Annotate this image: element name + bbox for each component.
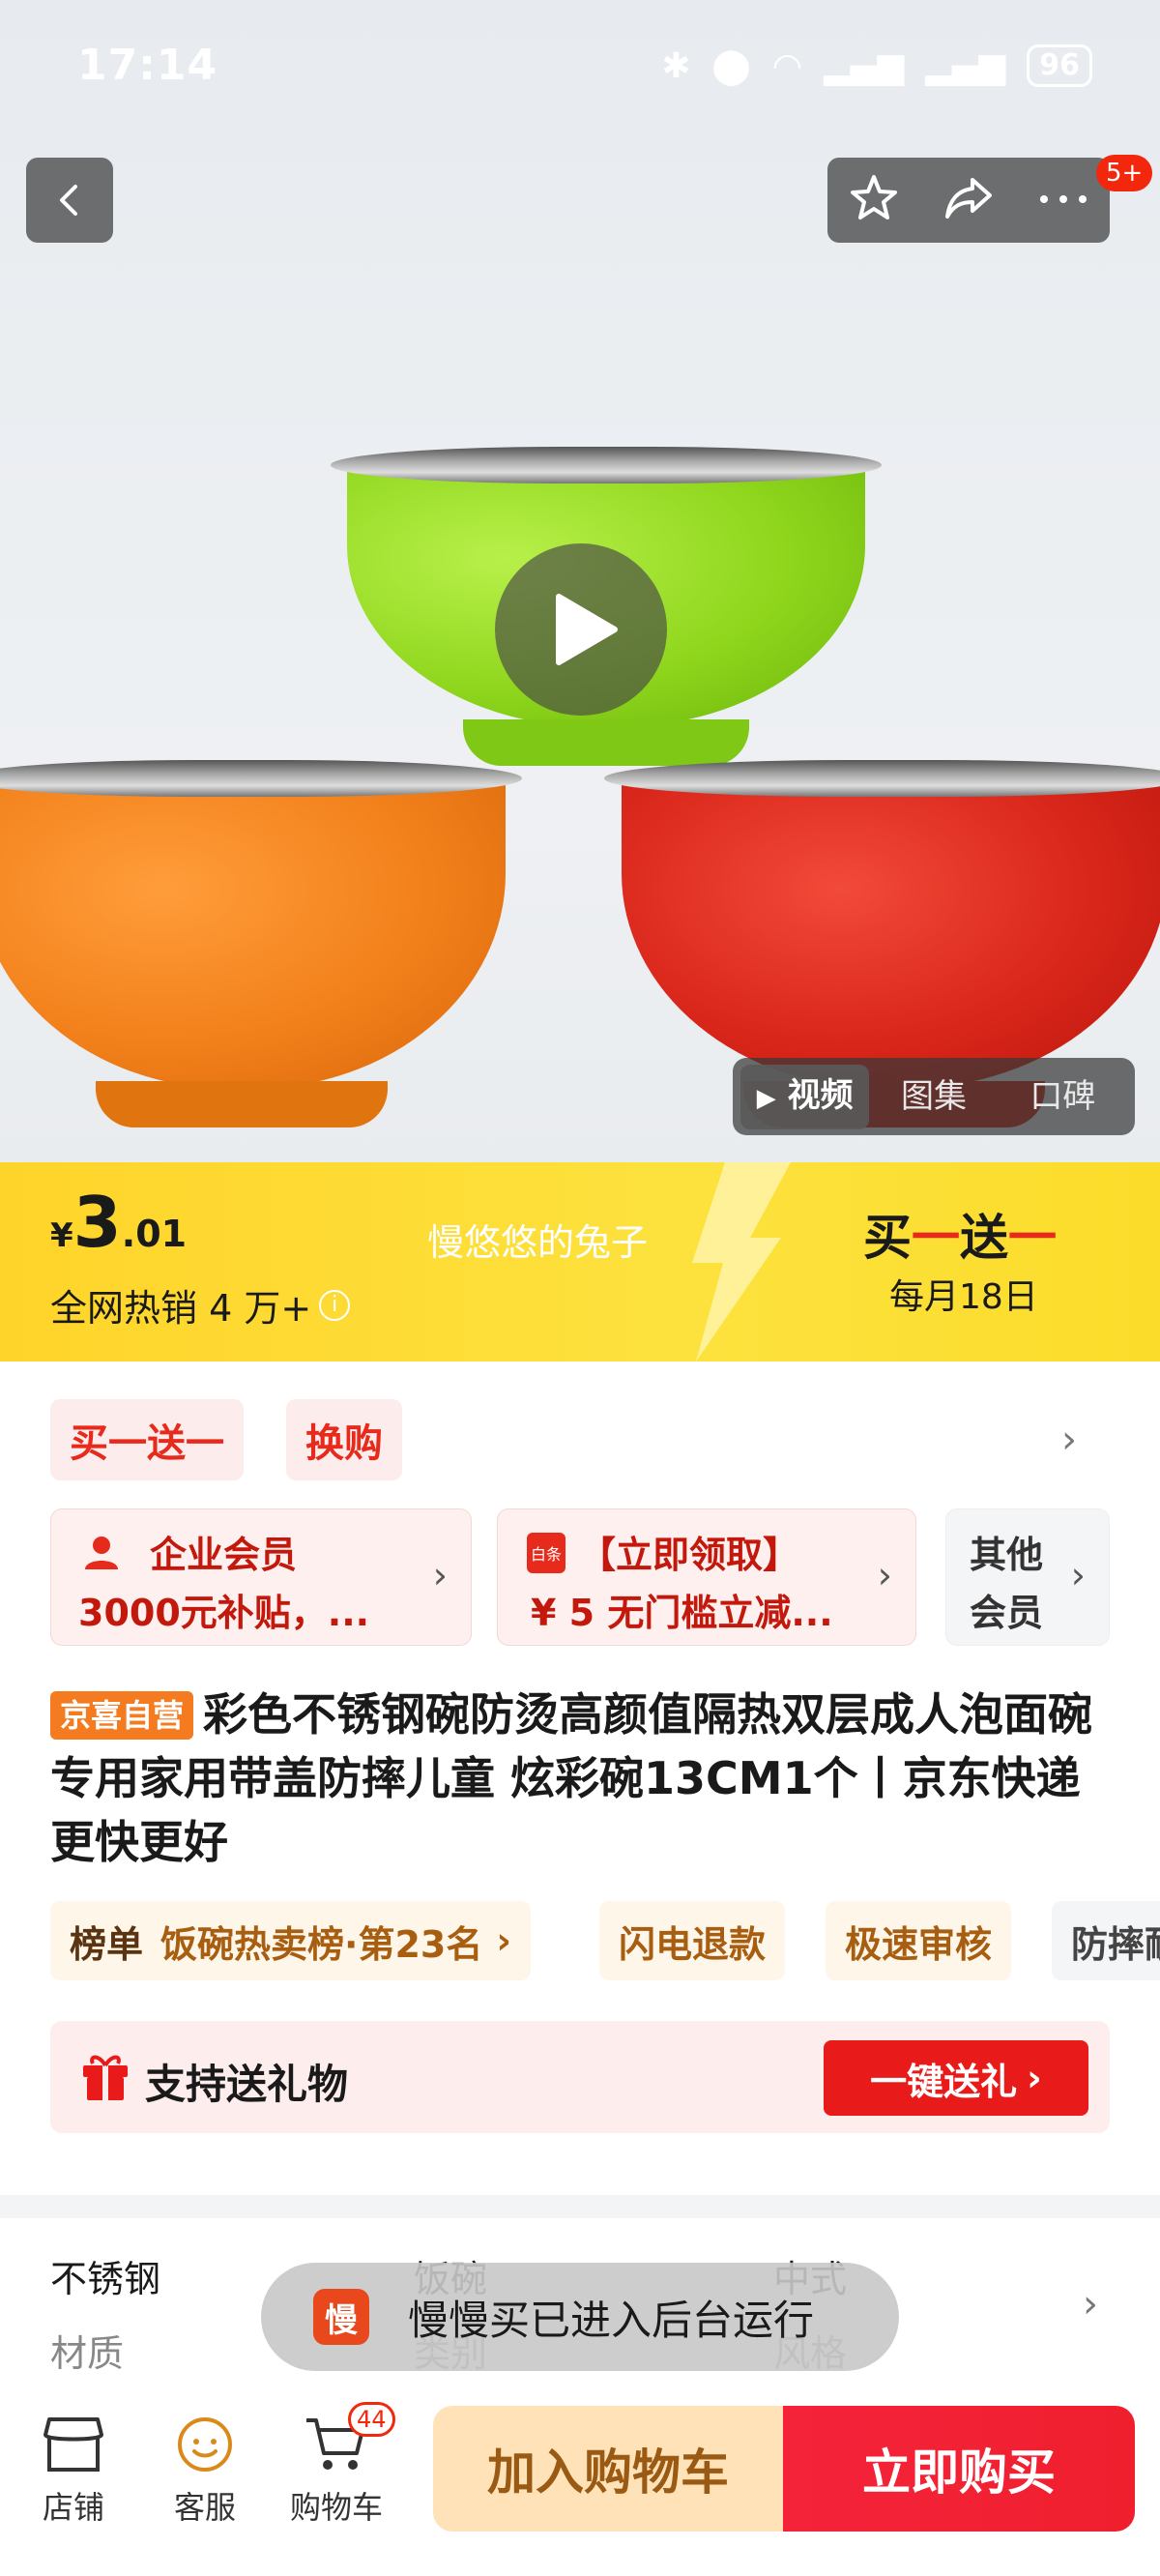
send-gift-button[interactable]: 一键送礼 › [824,2040,1088,2116]
signal-icon: ▂▄▆ [824,45,905,86]
wifi-icon: ◠ [771,45,803,86]
chip-shatterproof[interactable]: 防摔耐 [1052,1901,1160,1980]
more-button[interactable] [1037,191,1089,210]
store-icon [44,2417,103,2472]
baitiao-icon: 白条 [527,1533,566,1573]
location-icon: ⬤ [711,45,751,86]
product-image-orange-bowl [0,760,522,1127]
background-toast: 慢 慢慢买已进入后台运行 [261,2263,899,2371]
promo-tag-exchange[interactable]: 换购 [286,1399,402,1480]
tab-reviews[interactable]: 口碑 [999,1066,1127,1127]
rank-chip[interactable]: 榜单 饭碗热卖榜·第23名 › [50,1901,532,1980]
product-title: 京喜自营 彩色不锈钢碗防烫高颜值隔热双层成人泡面碗专用家用带盖防摔儿童 炫彩碗13… [50,1688,1093,1868]
shop-name: 慢悠悠的兔子 [427,1221,649,1264]
more-dots-icon [1039,194,1087,203]
signal-icon-2: ▂▄▆ [925,45,1006,86]
coupon-enterprise[interactable]: 企业会员 3000元补贴，... › [50,1508,472,1646]
bluetooth-icon: ✱ [661,45,691,86]
coupon-whitestrip[interactable]: 白条 【立即领取】 ¥ 5 无门槛立减... › [497,1508,916,1646]
spec-chevron-icon[interactable]: › [1083,2282,1098,2327]
nav-customer-service[interactable]: 客服 [147,2406,263,2528]
section-divider [0,2195,1160,2218]
chevron-right-icon: › [877,1554,892,1596]
sales-count: 全网热销 4 万+ i [50,1278,351,1332]
promo-title: 买一送一 [863,1210,1057,1266]
product-media[interactable]: 17:14 ✱ ⬤ ◠ ▂▄▆ ▂▄▆ 96 5+ ▶ 视频 图集 口碑 [0,0,1160,1162]
tab-gallery[interactable]: 图集 [869,1066,998,1127]
nav-store[interactable]: 店铺 [15,2406,131,2528]
battery-icon: 96 [1027,44,1092,87]
spec-material[interactable]: 不锈钢 材质 [50,2249,160,2377]
promo-chevron-icon[interactable]: › [1061,1418,1077,1462]
gift-icon [83,2055,128,2100]
tab-video[interactable]: ▶ 视频 [740,1064,870,1129]
favorite-button[interactable] [848,172,900,228]
gift-label: 支持送礼物 [145,2061,349,2108]
promo-date: 每月18日 [889,1277,1038,1317]
nav-cart[interactable]: 44 购物车 [278,2402,395,2528]
share-icon [944,178,992,219]
user-icon [85,1537,118,1569]
header-actions [827,158,1110,243]
promo-tag-bogo[interactable]: 买一送一 [50,1399,244,1480]
info-icon[interactable]: i [319,1289,351,1321]
gift-bar: 支持送礼物 一键送礼 › [50,2021,1110,2133]
lightning-icon [692,1162,791,1361]
back-button[interactable] [26,158,113,243]
chip-fast-refund[interactable]: 闪电退款 [599,1901,786,1980]
chevron-right-icon: › [1070,1554,1086,1596]
customer-service-icon [178,2417,232,2472]
price: ¥3.01 [50,1182,188,1263]
cart-count-badge: 44 [348,2402,395,2437]
media-tabs: ▶ 视频 图集 口碑 [733,1058,1135,1135]
coupon-other-member[interactable]: 其他 会员 › [945,1508,1110,1646]
app-logo-icon: 慢 [313,2289,369,2345]
bottom-bar: 店铺 客服 44 购物车 加入购物车 立即购买 [0,2386,1160,2576]
self-operated-badge: 京喜自营 [50,1691,194,1740]
play-small-icon: ▶ [756,1083,776,1113]
chevron-left-icon [60,185,77,216]
toast-text: 慢慢买已进入后台运行 [408,2296,815,2344]
play-icon [556,594,618,665]
add-to-cart-button[interactable]: 加入购物车 [433,2406,783,2532]
price-banner: ¥3.01 全网热销 4 万+ i 慢悠悠的兔子 买一送一 每月18日 [0,1162,1160,1361]
star-icon [851,175,898,220]
chevron-right-icon: › [496,1919,512,1962]
message-badge: 5+ [1096,155,1153,191]
status-bar: 17:14 ✱ ⬤ ◠ ▂▄▆ ▂▄▆ 96 [0,0,1160,145]
status-time: 17:14 [77,41,218,90]
chevron-right-icon: › [432,1554,448,1596]
chip-fast-review[interactable]: 极速审核 [826,1901,1012,1980]
share-button[interactable] [942,172,996,228]
play-video-button[interactable] [495,543,667,716]
buy-now-button[interactable]: 立即购买 [783,2406,1135,2532]
